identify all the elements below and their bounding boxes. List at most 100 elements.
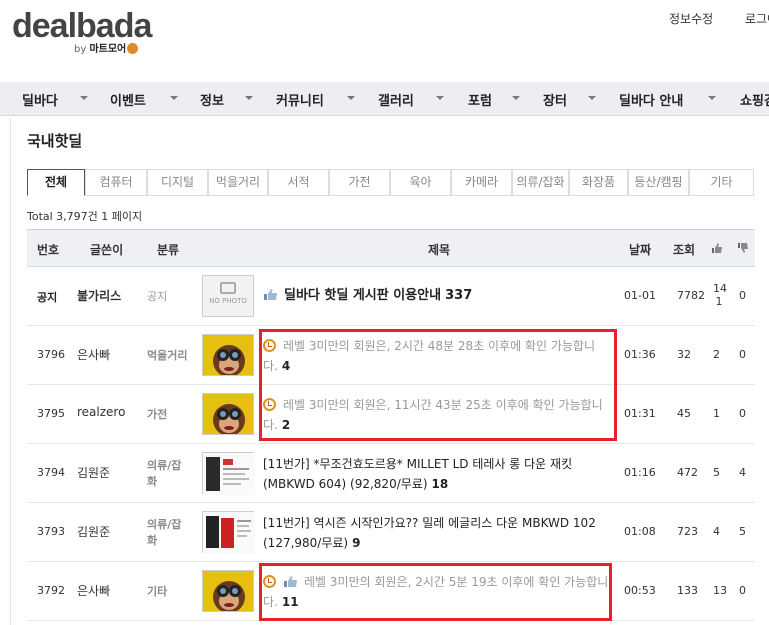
post-dislikes: 0 xyxy=(739,407,746,420)
logo-by: by xyxy=(74,44,87,55)
post-title[interactable]: [11번가] *무조건효도르용* MILLET LD 테레사 롱 다운 재킷 (… xyxy=(263,454,615,494)
post-date: 01:16 xyxy=(624,466,656,479)
post-thumbnail[interactable] xyxy=(202,393,254,435)
chevron-down-icon[interactable] xyxy=(245,96,253,100)
post-date: 01:36 xyxy=(624,348,656,361)
highlight-box xyxy=(259,329,617,441)
chevron-down-icon[interactable] xyxy=(588,96,596,100)
header-views: 조회 xyxy=(673,243,696,257)
like-sort-icon[interactable] xyxy=(711,242,723,257)
table-header: 번호 글쓴이 분류 제목 날짜 조회 xyxy=(27,229,755,267)
nav-item-community[interactable]: 커뮤니티 xyxy=(276,90,324,109)
tab-books[interactable]: 서적 xyxy=(268,169,329,196)
header-num: 번호 xyxy=(37,243,60,257)
nav-item-gallery[interactable]: 갤러리 xyxy=(378,90,414,109)
logout-link[interactable]: 로그아 xyxy=(745,12,769,26)
post-views: 7782 xyxy=(677,289,705,302)
post-views: 45 xyxy=(677,407,691,420)
post-writer[interactable]: 은사빠 xyxy=(77,582,110,599)
post-thumbnail[interactable]: NO PHOTO xyxy=(202,275,254,317)
logo-sub-brand: 마트모어 xyxy=(89,44,127,55)
post-writer[interactable]: realzero xyxy=(77,405,125,419)
post-dislikes: 5 xyxy=(739,525,746,538)
top-links: 정보수정 로그아 xyxy=(669,10,769,27)
chevron-down-icon[interactable] xyxy=(347,96,355,100)
post-title[interactable]: 딜바다 핫딜 게시판 이용안내 337 xyxy=(263,286,615,306)
post-likes: 14 1 xyxy=(713,282,727,308)
chevron-down-icon[interactable] xyxy=(170,96,178,100)
post-views: 723 xyxy=(677,525,698,538)
post-date: 00:53 xyxy=(624,584,656,597)
tab-cosmetics[interactable]: 화장품 xyxy=(569,169,628,196)
post-dislikes: 4 xyxy=(739,466,746,479)
header-title: 제목 xyxy=(428,243,451,257)
tab-outdoor[interactable]: 등산/캠핑 xyxy=(628,169,689,196)
nav-item-dealbada[interactable]: 딜바다 xyxy=(22,90,58,109)
highlight-box xyxy=(259,563,612,621)
post-thumbnail[interactable] xyxy=(202,452,255,495)
post-date: 01:31 xyxy=(624,407,656,420)
edit-profile-link[interactable]: 정보수정 xyxy=(669,12,713,26)
post-category: 의류/잡화 xyxy=(147,459,182,488)
nav-item-forum[interactable]: 포럼 xyxy=(468,90,492,109)
post-thumbnail[interactable] xyxy=(202,334,254,376)
post-category: 가전 xyxy=(147,408,168,421)
post-category: 의류/잡화 xyxy=(147,518,182,547)
table-row[interactable]: 3794 김원준 의류/잡화 [11번가] *무조건효도르용* MILLET L… xyxy=(27,444,755,503)
brand-dot-icon xyxy=(127,43,139,54)
logo-sub: by 마트모어 xyxy=(74,40,139,55)
table-row[interactable]: 3793 김원준 의류/잡화 [11번가] 역시즌 시작인가요?? 밀레 에글리… xyxy=(27,503,755,562)
nav-item-info[interactable]: 정보 xyxy=(200,90,224,109)
chevron-down-icon[interactable] xyxy=(512,96,520,100)
post-category: 공지 xyxy=(147,290,168,303)
header-category: 분류 xyxy=(157,243,180,257)
page-title: 국내핫딜 xyxy=(27,132,83,150)
post-writer[interactable]: 김원준 xyxy=(77,464,110,481)
site-logo[interactable]: dealbada by 마트모어 xyxy=(12,8,152,55)
nav-item-event[interactable]: 이벤트 xyxy=(110,90,146,109)
nav-item-shopping[interactable]: 쇼핑검 xyxy=(740,90,769,109)
tab-computer[interactable]: 컴퓨터 xyxy=(85,169,147,196)
post-views: 472 xyxy=(677,466,698,479)
post-num: 3796 xyxy=(37,348,65,361)
post-writer[interactable]: 불가리스 xyxy=(77,287,121,304)
post-views: 133 xyxy=(677,584,698,597)
comment-count: 337 xyxy=(445,288,473,303)
post-title[interactable]: [11번가] 역시즌 시작인가요?? 밀레 에글리스 다운 MBKWD 102 … xyxy=(263,513,615,553)
tab-all[interactable]: 전체 xyxy=(27,169,85,196)
comment-count: 9 xyxy=(352,536,361,550)
dislike-sort-icon[interactable] xyxy=(737,242,749,257)
post-likes: 5 xyxy=(713,466,720,479)
post-writer[interactable]: 은사빠 xyxy=(77,346,110,363)
chevron-down-icon[interactable] xyxy=(436,96,444,100)
main-nav: 딜바다 이벤트 정보 커뮤니티 갤러리 포럼 장터 딜바다 안내 쇼핑검 xyxy=(0,82,769,116)
tab-clothing[interactable]: 의류/잡화 xyxy=(512,169,569,196)
no-photo-label: NO PHOTO xyxy=(209,297,247,305)
post-num: 공지 xyxy=(37,291,58,304)
tab-etc[interactable]: 기타 xyxy=(689,169,754,196)
post-num: 3794 xyxy=(37,466,65,479)
post-category: 먹을거리 xyxy=(147,349,188,362)
post-date: 01-01 xyxy=(624,289,656,302)
post-likes: 4 xyxy=(713,525,720,538)
post-thumbnail[interactable] xyxy=(202,511,255,554)
content-divider xyxy=(10,118,11,625)
post-title-text: [11번가] *무조건효도르용* MILLET LD 테레사 롱 다운 재킷 (… xyxy=(263,457,573,491)
nav-item-guide[interactable]: 딜바다 안내 xyxy=(619,90,683,109)
post-writer[interactable]: 김원준 xyxy=(77,523,110,540)
post-thumbnail[interactable] xyxy=(202,570,254,612)
tab-baby[interactable]: 육아 xyxy=(390,169,451,196)
thumbs-up-icon xyxy=(264,289,277,300)
tab-appliance[interactable]: 가전 xyxy=(329,169,390,196)
post-title-text: [11번가] 역시즌 시작인가요?? 밀레 에글리스 다운 MBKWD 102 … xyxy=(263,516,596,550)
post-num: 3792 xyxy=(37,584,65,597)
tab-camera[interactable]: 카메라 xyxy=(451,169,512,196)
table-row[interactable]: 공지 불가리스 공지 NO PHOTO 딜바다 핫딜 게시판 이용안내 337 0… xyxy=(27,267,755,326)
tab-digital[interactable]: 디지털 xyxy=(147,169,208,196)
header-writer: 글쓴이 xyxy=(90,243,124,257)
tab-food[interactable]: 먹을거리 xyxy=(208,169,268,196)
chevron-down-icon[interactable] xyxy=(708,96,716,100)
chevron-down-icon[interactable] xyxy=(80,96,88,100)
post-likes: 2 xyxy=(713,348,720,361)
nav-item-market[interactable]: 장터 xyxy=(543,90,567,109)
